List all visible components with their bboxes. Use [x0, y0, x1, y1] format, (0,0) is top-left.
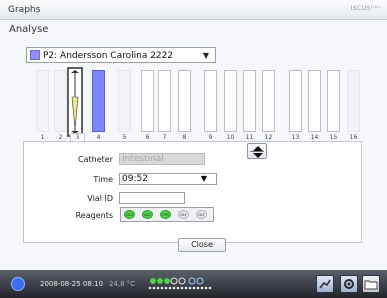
slot-number: 14: [310, 134, 319, 141]
slot-number: 12: [264, 134, 273, 141]
reagent-pyr-indicator: PYR: [160, 210, 171, 219]
slot-number: 5: [122, 134, 127, 141]
reagent-glt-indicator: GLT: [196, 210, 207, 219]
slot-number: 13: [291, 134, 300, 141]
status-temperature: 24,8 °C: [109, 280, 136, 288]
time-label: Time: [93, 175, 113, 184]
slot-2[interactable]: [54, 70, 67, 132]
title-bar: Graphs ISCUSᶠˡᵉˣ: [0, 0, 387, 20]
gear-icon: [344, 279, 354, 289]
slot-number: 9: [208, 134, 213, 141]
reagents-label: Reagents: [75, 211, 113, 220]
slot-14[interactable]: [308, 70, 321, 132]
reagents-row: GLU LAC PYR GLY GLT: [120, 207, 214, 222]
dropdown-arrow-icon: ▼: [202, 51, 209, 60]
time-stepper[interactable]: [247, 143, 267, 159]
slot-number: 2: [58, 134, 63, 141]
slot-8[interactable]: [178, 70, 191, 132]
slot-11[interactable]: [243, 70, 256, 132]
reagent-gly-indicator: GLY: [178, 210, 189, 219]
slot-9[interactable]: [204, 70, 217, 132]
time-select-value: 09:52: [122, 174, 148, 184]
slot-number: 6: [145, 134, 150, 141]
settings-button[interactable]: [340, 275, 358, 293]
folder-icon: [364, 280, 378, 290]
slot-number: 10: [226, 134, 235, 141]
slot-number: 16: [349, 134, 358, 141]
slot-number: 11: [245, 134, 254, 141]
folder-button[interactable]: [362, 275, 380, 293]
slot-4[interactable]: [92, 70, 105, 132]
patient-select-value: P2: Andersson Carolina 2222: [43, 51, 174, 61]
reagent-glu-indicator: GLU: [124, 210, 135, 219]
slot-16[interactable]: [347, 70, 360, 132]
slot-7[interactable]: [158, 70, 171, 132]
reagent-lac-indicator: LAC: [142, 210, 153, 219]
slot-number: 1: [40, 134, 45, 141]
brand-logo: ISCUSᶠˡᵉˣ: [350, 5, 381, 12]
vial-status-indicators: [148, 277, 212, 290]
vial-id-label: Vial ID: [87, 194, 113, 203]
slot-number: 7: [162, 134, 167, 141]
slot-6[interactable]: [141, 70, 154, 132]
slot-5[interactable]: [118, 70, 131, 132]
power-icon[interactable]: [12, 278, 24, 290]
catheter-icon: [67, 67, 83, 137]
slot-12[interactable]: [262, 70, 275, 132]
vial-id-input[interactable]: [119, 192, 185, 204]
slot-number: 8: [182, 134, 187, 141]
slot-13[interactable]: [289, 70, 302, 132]
close-button[interactable]: Close: [178, 238, 226, 252]
catheter-field: Intestinal: [119, 153, 205, 165]
section-title: Analyse: [9, 24, 49, 35]
patient-select[interactable]: P2: Andersson Carolina 2222 ▼: [26, 47, 216, 63]
window-title: Graphs: [8, 5, 41, 15]
arrow-down-icon[interactable]: [253, 153, 263, 158]
catheter-label: Catheter: [78, 155, 113, 164]
patient-color-swatch: [30, 50, 40, 60]
slot-number: 15: [329, 134, 338, 141]
dropdown-arrow-icon: ▼: [200, 174, 207, 183]
status-datetime: 2008-08-25 08:10: [40, 280, 104, 288]
slot-number: 4: [96, 134, 101, 141]
slot-10[interactable]: [224, 70, 237, 132]
chart-icon: [319, 279, 331, 289]
chart-tool-button[interactable]: [316, 275, 334, 293]
time-select[interactable]: 09:52 ▼: [119, 173, 217, 185]
stepper-divider: [250, 151, 264, 152]
slot-15[interactable]: [327, 70, 340, 132]
slot-1[interactable]: [36, 70, 49, 132]
